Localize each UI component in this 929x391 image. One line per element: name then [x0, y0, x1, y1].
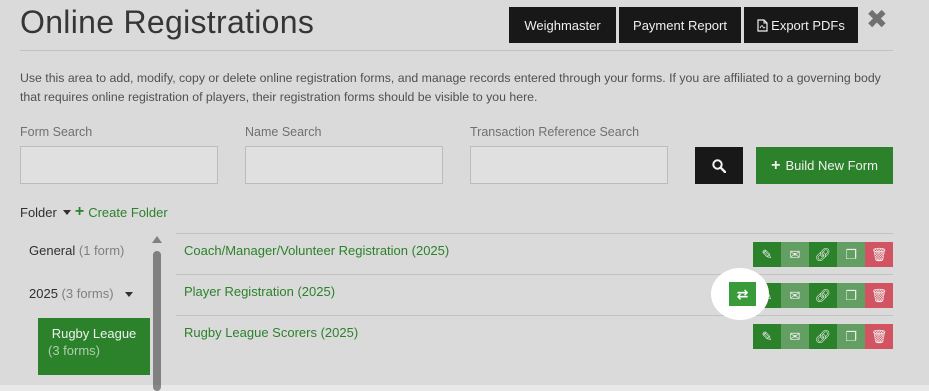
name-search-label: Name Search: [245, 125, 322, 139]
form-row: Player Registration (2025) ✎ ✉ 🔗︎ ❐ 🗑︎: [176, 274, 893, 315]
build-new-form-label: Build New Form: [785, 158, 878, 173]
pdf-icon: [757, 18, 768, 32]
page-description: Use this area to add, modify, copy or de…: [20, 71, 881, 104]
link-icon: 🔗︎: [814, 287, 832, 303]
trash-icon: 🗑︎: [870, 246, 888, 262]
copy-button[interactable]: ❐: [837, 283, 865, 308]
plus-icon: +: [74, 203, 85, 220]
scroll-up-arrow[interactable]: [152, 236, 162, 243]
envelope-icon: ✉: [789, 328, 801, 344]
search-button[interactable]: [695, 147, 743, 184]
envelope-icon: ✉: [789, 287, 801, 303]
folder-item-2025[interactable]: 2025 (3 forms): [29, 286, 134, 301]
header-divider: [20, 50, 893, 51]
transfer-icon: ⇄: [736, 285, 749, 302]
folder-controls: Folder + Create Folder: [20, 203, 168, 221]
form-row: Rugby League Scorers (2025) ✎ ✉ 🔗︎ ❐ 🗑︎: [176, 315, 893, 356]
folder-item-rugby-league[interactable]: Rugby League (3 forms): [38, 318, 150, 375]
edit-button[interactable]: ✎: [753, 242, 781, 267]
export-pdfs-label: Export PDFs: [771, 17, 845, 33]
copy-button[interactable]: ❐: [837, 324, 865, 349]
create-folder-label: Create Folder: [88, 204, 168, 220]
scrollbar-thumb[interactable]: [153, 251, 161, 391]
email-button[interactable]: ✉: [781, 283, 809, 308]
page-title: Online Registrations: [20, 4, 315, 40]
row-actions: ✎ ✉ 🔗︎ ❐ 🗑︎: [753, 283, 893, 308]
form-search-input[interactable]: [20, 146, 218, 184]
export-pdfs-button[interactable]: Export PDFs: [744, 7, 858, 43]
transfer-button[interactable]: ⇄: [729, 282, 756, 306]
row-actions: ✎ ✉ 🔗︎ ❐ 🗑︎: [753, 324, 893, 349]
folder-name: Rugby League: [51, 326, 137, 341]
edit-button[interactable]: ✎: [753, 324, 781, 349]
chevron-down-icon[interactable]: [125, 292, 134, 298]
build-new-form-button[interactable]: + Build New Form: [756, 147, 893, 184]
delete-button[interactable]: 🗑︎: [865, 242, 893, 267]
copy-button[interactable]: ❐: [837, 242, 865, 267]
search-icon: [712, 158, 726, 173]
copy-icon: ❐: [845, 246, 857, 262]
form-link[interactable]: Coach/Manager/Volunteer Registration (20…: [184, 243, 449, 258]
pencil-icon: ✎: [761, 246, 773, 262]
folder-count: (3 forms): [48, 343, 100, 358]
close-icon[interactable]: ✖: [866, 6, 888, 32]
chevron-down-icon[interactable]: [62, 209, 71, 215]
copy-icon: ❐: [845, 287, 857, 303]
link-icon: 🔗︎: [814, 328, 832, 344]
folder-name: 2025: [29, 286, 58, 301]
link-button[interactable]: 🔗︎: [809, 324, 837, 349]
form-link[interactable]: Player Registration (2025): [184, 284, 335, 299]
delete-button[interactable]: 🗑︎: [865, 324, 893, 349]
create-folder-link[interactable]: + Create Folder: [75, 203, 168, 221]
form-row: Coach/Manager/Volunteer Registration (20…: [176, 233, 893, 274]
delete-button[interactable]: 🗑︎: [865, 283, 893, 308]
transaction-search-input[interactable]: [470, 146, 668, 184]
link-button[interactable]: 🔗︎: [809, 283, 837, 308]
folder-name: General: [29, 243, 76, 258]
top-toolbar: Weighmaster Payment Report Export PDFs: [509, 7, 858, 43]
form-link[interactable]: Rugby League Scorers (2025): [184, 325, 358, 340]
link-button[interactable]: 🔗︎: [809, 242, 837, 267]
email-button[interactable]: ✉: [781, 324, 809, 349]
trash-icon: 🗑︎: [870, 287, 888, 303]
row-actions: ✎ ✉ 🔗︎ ❐ 🗑︎: [753, 242, 893, 267]
envelope-icon: ✉: [789, 246, 801, 262]
pencil-icon: ✎: [761, 328, 773, 344]
payment-report-button[interactable]: Payment Report: [619, 7, 741, 43]
trash-icon: 🗑︎: [870, 328, 888, 344]
form-search-label: Form Search: [20, 125, 93, 139]
folder-item-general[interactable]: General (1 form): [29, 243, 124, 258]
plus-icon: +: [771, 156, 781, 174]
transaction-search-label: Transaction Reference Search: [470, 125, 640, 139]
email-button[interactable]: ✉: [781, 242, 809, 267]
weighmaster-button[interactable]: Weighmaster: [509, 7, 616, 43]
copy-icon: ❐: [845, 328, 857, 344]
name-search-input[interactable]: [245, 146, 443, 184]
folder-count: (3 forms): [61, 286, 114, 301]
link-icon: 🔗︎: [814, 246, 832, 262]
folder-count: (1 form): [78, 243, 125, 258]
folder-dropdown-label[interactable]: Folder: [20, 205, 57, 220]
